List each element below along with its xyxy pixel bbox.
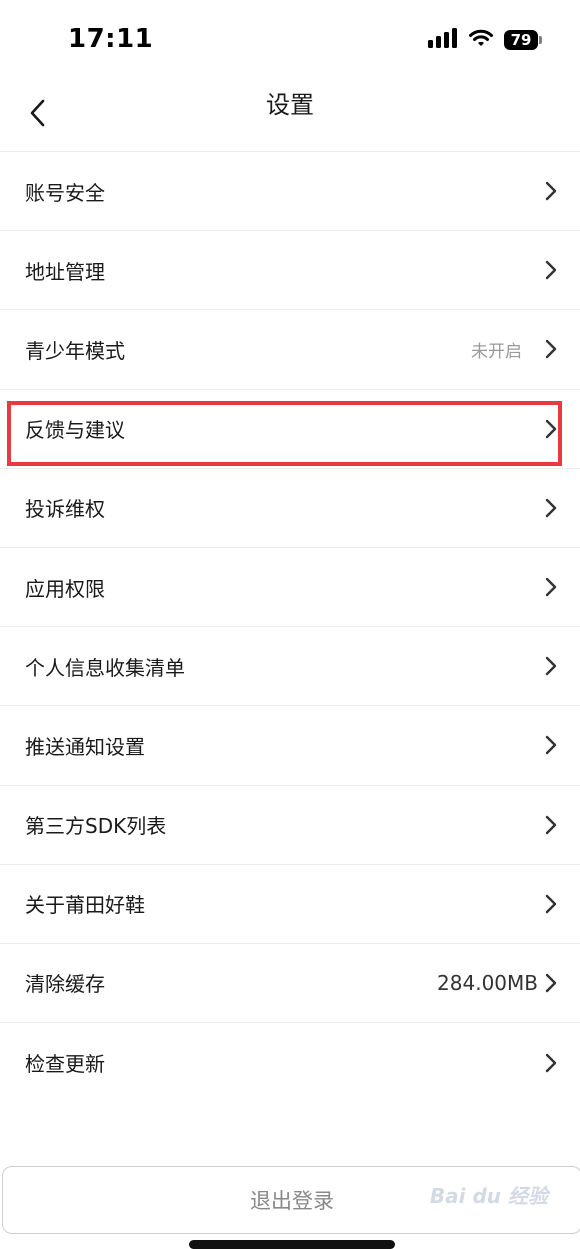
row-label: 检查更新 [25, 1052, 105, 1077]
settings-row-feedback[interactable]: 反馈与建议 [0, 390, 580, 469]
settings-row-personal-info[interactable]: 个人信息收集清单 [0, 627, 580, 707]
settings-row-address[interactable]: 地址管理 [0, 231, 580, 311]
chevron-right-icon [544, 180, 558, 202]
settings-row-complaint[interactable]: 投诉维权 [0, 469, 580, 548]
row-label: 个人信息收集清单 [25, 655, 185, 680]
home-indicator [189, 1240, 395, 1249]
status-indicators: 79 [428, 28, 542, 52]
battery-level: 79 [504, 30, 538, 50]
battery-icon: 79 [504, 30, 542, 50]
row-label: 应用权限 [25, 576, 105, 601]
row-label: 第三方SDK列表 [25, 814, 167, 839]
row-label: 账号安全 [25, 180, 105, 205]
settings-row-account-security[interactable]: 账号安全 [0, 152, 580, 232]
chevron-right-icon [544, 655, 558, 677]
chevron-right-icon [544, 338, 558, 360]
row-label: 关于莆田好鞋 [25, 893, 145, 918]
row-label: 清除缓存 [25, 972, 105, 997]
nav-bar: 设置 [0, 78, 580, 152]
chevron-right-icon [544, 497, 558, 519]
chevron-right-icon [544, 1052, 558, 1074]
settings-list: 账号安全 地址管理 青少年模式 未开启 反馈与建议 投诉维权 应用权限 个人信息… [0, 152, 580, 1102]
status-bar: 17:11 79 [0, 0, 580, 78]
cache-size: 284.00MB [437, 970, 538, 995]
settings-row-app-permissions[interactable]: 应用权限 [0, 548, 580, 628]
baidu-watermark: Bai du 经验 [429, 1184, 548, 1208]
settings-row-teen-mode[interactable]: 青少年模式 未开启 [0, 310, 580, 390]
row-label: 推送通知设置 [25, 734, 145, 759]
chevron-right-icon [544, 576, 558, 598]
settings-row-push-notifications[interactable]: 推送通知设置 [0, 706, 580, 786]
row-label: 青少年模式 [25, 338, 125, 363]
status-time: 17:11 [68, 24, 154, 54]
row-value: 未开启 [471, 341, 522, 362]
settings-row-third-party-sdk[interactable]: 第三方SDK列表 [0, 786, 580, 865]
row-label: 地址管理 [25, 259, 105, 284]
settings-row-about[interactable]: 关于莆田好鞋 [0, 865, 580, 944]
chevron-right-icon [544, 814, 558, 836]
chevron-right-icon [544, 972, 558, 994]
chevron-right-icon [544, 734, 558, 756]
settings-row-check-update[interactable]: 检查更新 [0, 1023, 580, 1102]
signal-icon [428, 28, 458, 52]
row-label: 投诉维权 [25, 497, 105, 522]
chevron-right-icon [544, 418, 558, 440]
row-label: 反馈与建议 [25, 418, 125, 443]
battery-tip [539, 36, 542, 44]
wifi-icon [468, 28, 494, 52]
chevron-right-icon [544, 259, 558, 281]
chevron-right-icon [544, 893, 558, 915]
settings-row-clear-cache[interactable]: 清除缓存 284.00MB [0, 944, 580, 1024]
page-title: 设置 [266, 91, 314, 119]
